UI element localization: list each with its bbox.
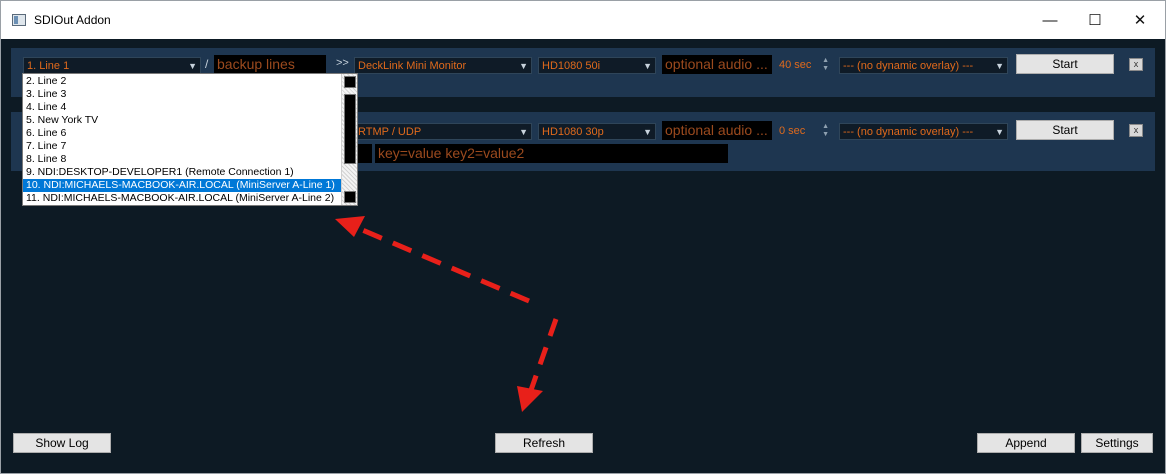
annotation-arrow-line [527,318,559,394]
annotation-arrowhead [335,216,365,237]
annotation-arrow-to-dropdown [335,216,530,304]
annotation-arrowhead [517,386,543,412]
annotation-arrows [335,216,559,412]
app-window: SDIOut Addon — ☐ ✕ 1. Line 1 ▼ / backup … [0,0,1166,474]
annotation-arrow-line [352,223,530,304]
annotation-arrow-to-refresh [517,318,559,412]
